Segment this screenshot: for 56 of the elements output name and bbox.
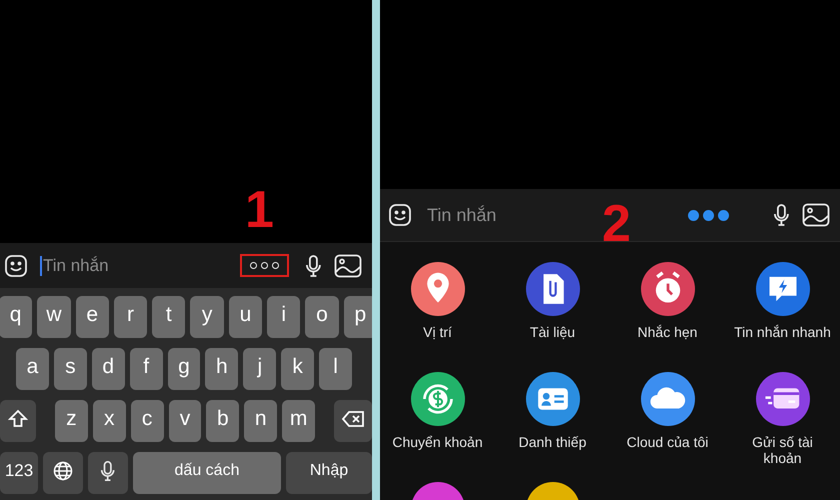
menu-option[interactable]: Gửi số tài khoản bbox=[725, 372, 840, 482]
letter-key[interactable]: u bbox=[228, 296, 262, 338]
letter-key[interactable]: q bbox=[0, 296, 32, 338]
menu-option[interactable]: Danh thiếp bbox=[495, 372, 610, 482]
step-number: 1 bbox=[245, 184, 274, 236]
menu-option[interactable]: Nhắc hẹn bbox=[610, 262, 725, 372]
letter-key[interactable]: t bbox=[152, 296, 186, 338]
letter-key[interactable]: j bbox=[243, 348, 276, 390]
menu-option[interactable]: Vị trí bbox=[380, 262, 495, 372]
more-button[interactable] bbox=[240, 254, 290, 277]
image-icon[interactable] bbox=[334, 254, 362, 278]
message-field[interactable]: Tin nhắn bbox=[424, 205, 496, 225]
dictation-key[interactable] bbox=[88, 452, 128, 494]
letter-key[interactable]: m bbox=[282, 400, 316, 442]
backspace-key[interactable] bbox=[334, 400, 372, 442]
letter-key[interactable]: w bbox=[37, 296, 71, 338]
emoji-icon[interactable] bbox=[4, 254, 28, 278]
letter-key[interactable]: h bbox=[205, 348, 238, 390]
letter-key[interactable]: v bbox=[168, 400, 202, 442]
letter-key[interactable]: o bbox=[305, 296, 339, 338]
letter-key[interactable]: n bbox=[244, 400, 278, 442]
letter-key[interactable]: g bbox=[168, 348, 200, 390]
mic-icon[interactable] bbox=[305, 254, 322, 278]
letter-key[interactable]: c bbox=[130, 400, 164, 442]
letter-key[interactable]: a bbox=[16, 348, 49, 390]
letter-key[interactable]: l bbox=[319, 348, 352, 390]
globe-key[interactable] bbox=[43, 452, 83, 494]
letter-key[interactable]: y bbox=[190, 296, 224, 338]
numbers-key[interactable]: 123 bbox=[0, 452, 38, 494]
backspace-icon bbox=[341, 410, 366, 428]
letter-key[interactable]: k bbox=[281, 348, 314, 390]
menu-option[interactable]: Cloud của tôi bbox=[610, 372, 725, 482]
microphone-icon[interactable] bbox=[100, 460, 116, 482]
letter-key[interactable]: d bbox=[92, 348, 125, 390]
letter-key[interactable]: p bbox=[344, 296, 372, 338]
letter-key[interactable]: z bbox=[55, 400, 88, 442]
menu-option[interactable]: Tài liệu bbox=[495, 262, 610, 372]
globe-icon bbox=[53, 461, 73, 481]
menu-option[interactable]: Tin nhắn nhanh bbox=[725, 262, 840, 372]
message-field[interactable]: Tin nhắn bbox=[40, 256, 109, 276]
letter-key[interactable]: s bbox=[54, 348, 87, 390]
letter-key[interactable]: r bbox=[114, 296, 148, 338]
image-icon[interactable] bbox=[802, 203, 830, 227]
shift-icon bbox=[8, 409, 28, 429]
letter-key[interactable]: f bbox=[130, 348, 163, 390]
letter-key[interactable]: x bbox=[92, 400, 126, 442]
menu-option[interactable]: Chuyển khoản bbox=[380, 372, 495, 482]
return-key[interactable]: Nhập bbox=[286, 452, 372, 494]
mic-icon[interactable] bbox=[773, 203, 790, 227]
letter-key[interactable]: e bbox=[76, 296, 109, 338]
letter-key[interactable]: b bbox=[206, 400, 240, 442]
letter-key[interactable]: i bbox=[267, 296, 300, 338]
emoji-icon[interactable] bbox=[388, 203, 412, 227]
step-number: 2 bbox=[602, 198, 631, 250]
shift-key[interactable] bbox=[0, 400, 36, 442]
space-key[interactable]: dấu cách bbox=[133, 452, 281, 494]
